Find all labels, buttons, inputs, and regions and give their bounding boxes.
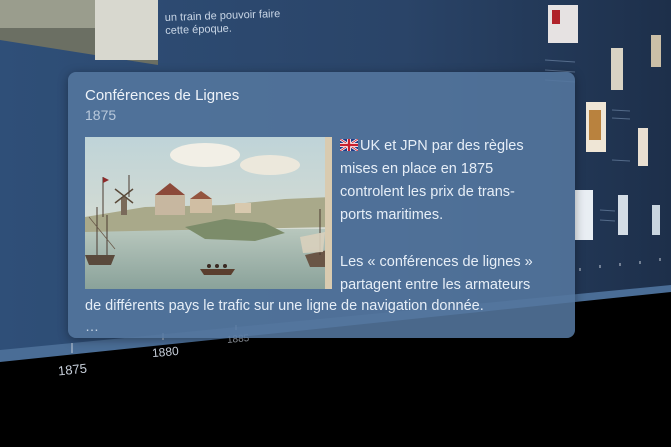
desc-line: partagent entre les armateurs (340, 277, 531, 293)
desc-line: Les « conférences de lignes » (340, 254, 533, 270)
desc-text: UK et JPN par des règles (360, 138, 524, 154)
desc-line: UK et JPN par des règles (340, 135, 524, 158)
desc-line: mises en place en 1875 (340, 161, 494, 177)
more-ellipsis[interactable]: … (85, 318, 99, 334)
card-year: 1875 (85, 107, 117, 123)
axis-year-label: 1875 (57, 360, 88, 379)
harbor-illustration (85, 137, 332, 289)
card-illustration[interactable] (85, 137, 332, 289)
axis-year-label: 1880 (151, 343, 180, 361)
card-description-part2: Les « conférences de lignes » partagent … (340, 251, 533, 297)
card-description-part1: UK et JPN par des règles mises en place … (340, 135, 524, 227)
wall-text: un train de pouvoir faire cette époque. (165, 8, 281, 38)
desc-line: controlent les prix de trans- (340, 184, 515, 200)
uk-flag-icon (340, 139, 358, 151)
desc-line: ports maritimes. (340, 207, 444, 223)
card-description-fullwidth: de différents pays le trafic sur une lig… (85, 298, 484, 314)
card-title: Conférences de Lignes (85, 87, 240, 104)
event-card[interactable]: Conférences de Lignes 1875 UK et JPN par… (68, 72, 575, 338)
